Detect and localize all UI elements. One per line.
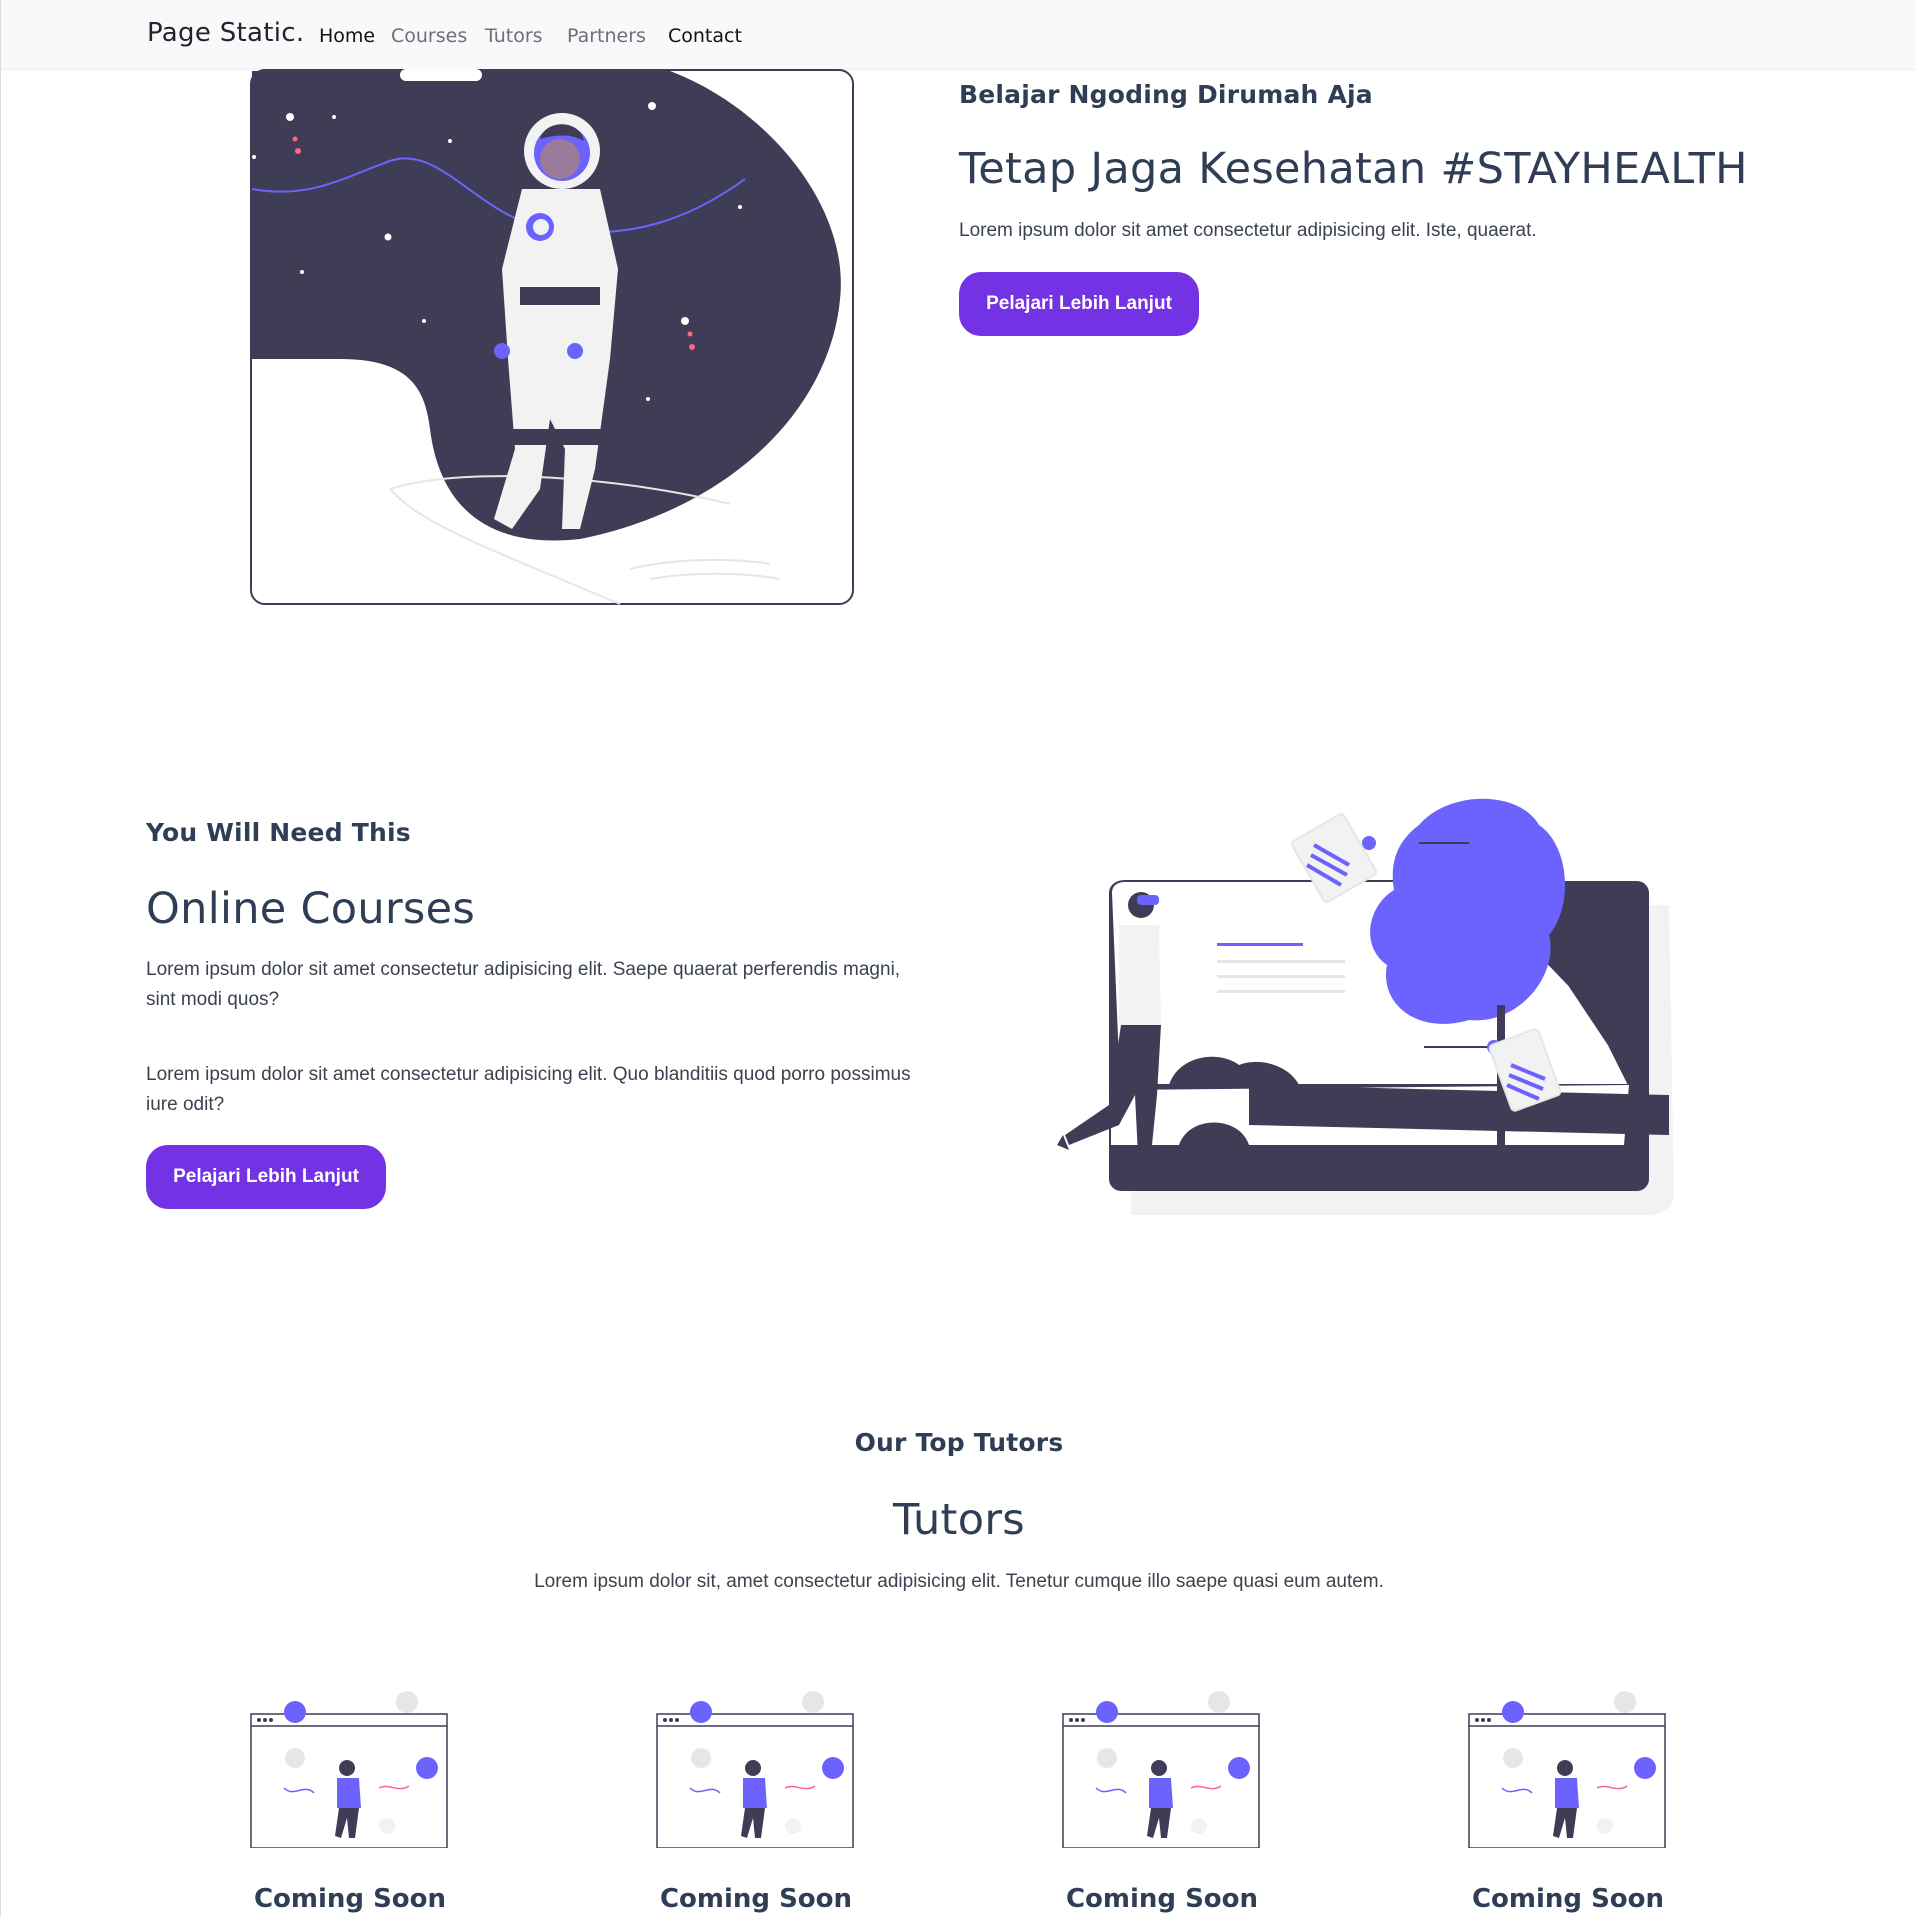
tutor-name: Coming Soon	[659, 1884, 853, 1914]
hero-learn-more-button[interactable]: Pelajari Lebih Lanjut	[959, 272, 1199, 336]
tutors-title: Tutors	[892, 1495, 1026, 1545]
courses-paragraph-2: Lorem ipsum dolor sit amet consectetur a…	[146, 1060, 911, 1120]
courses-eyebrow: You Will Need This	[146, 818, 411, 847]
tutors-text: Lorem ipsum dolor sit, amet consectetur …	[534, 1571, 1384, 1592]
hero-eyebrow: Belajar Ngoding Dirumah Aja	[959, 80, 1373, 109]
nav-link-contact[interactable]: Contact	[668, 25, 742, 47]
online-courses-illustration	[1057, 798, 1674, 1215]
celebration-illustration	[656, 1691, 854, 1848]
courses-learn-more-button[interactable]: Pelajari Lebih Lanjut	[146, 1145, 386, 1209]
hero-title: Tetap Jaga Kesehatan #STAYHEALTH	[959, 144, 1748, 194]
celebration-illustration	[1468, 1691, 1666, 1848]
tutor-card[interactable]	[655, 1688, 857, 1848]
nav-link-partners[interactable]: Partners	[567, 25, 646, 47]
astronaut-illustration	[250, 69, 854, 605]
nav-link-tutors[interactable]: Tutors	[485, 25, 543, 47]
nav-link-courses[interactable]: Courses	[391, 25, 467, 47]
tutor-name: Coming Soon	[253, 1884, 447, 1914]
courses-title: Online Courses	[146, 884, 476, 934]
courses-paragraph-1-line-1: Lorem ipsum dolor sit amet consectetur a…	[146, 959, 901, 980]
tutor-card[interactable]	[1467, 1688, 1669, 1848]
nav-link-home[interactable]: Home	[319, 25, 375, 47]
navbar: Page Static. Home Courses Tutors Partner…	[1, 0, 1916, 70]
tutor-name: Coming Soon	[1471, 1884, 1665, 1914]
celebration-illustration	[1062, 1691, 1260, 1848]
celebration-illustration	[250, 1691, 448, 1848]
tutor-card[interactable]	[249, 1688, 451, 1848]
courses-paragraph-1-line-2: sint modi quos?	[146, 989, 280, 1010]
courses-paragraph-1: Lorem ipsum dolor sit amet consectetur a…	[146, 955, 900, 1015]
courses-paragraph-2-line-1: Lorem ipsum dolor sit amet consectetur a…	[146, 1064, 911, 1085]
tutor-card[interactable]	[1061, 1688, 1263, 1848]
hero-text: Lorem ipsum dolor sit amet consectetur a…	[959, 220, 1537, 241]
tutor-name: Coming Soon	[1065, 1884, 1259, 1914]
brand-logo[interactable]: Page Static.	[147, 18, 304, 48]
tutors-eyebrow: Our Top Tutors	[854, 1428, 1064, 1457]
courses-paragraph-2-line-2: iure odit?	[146, 1094, 225, 1115]
